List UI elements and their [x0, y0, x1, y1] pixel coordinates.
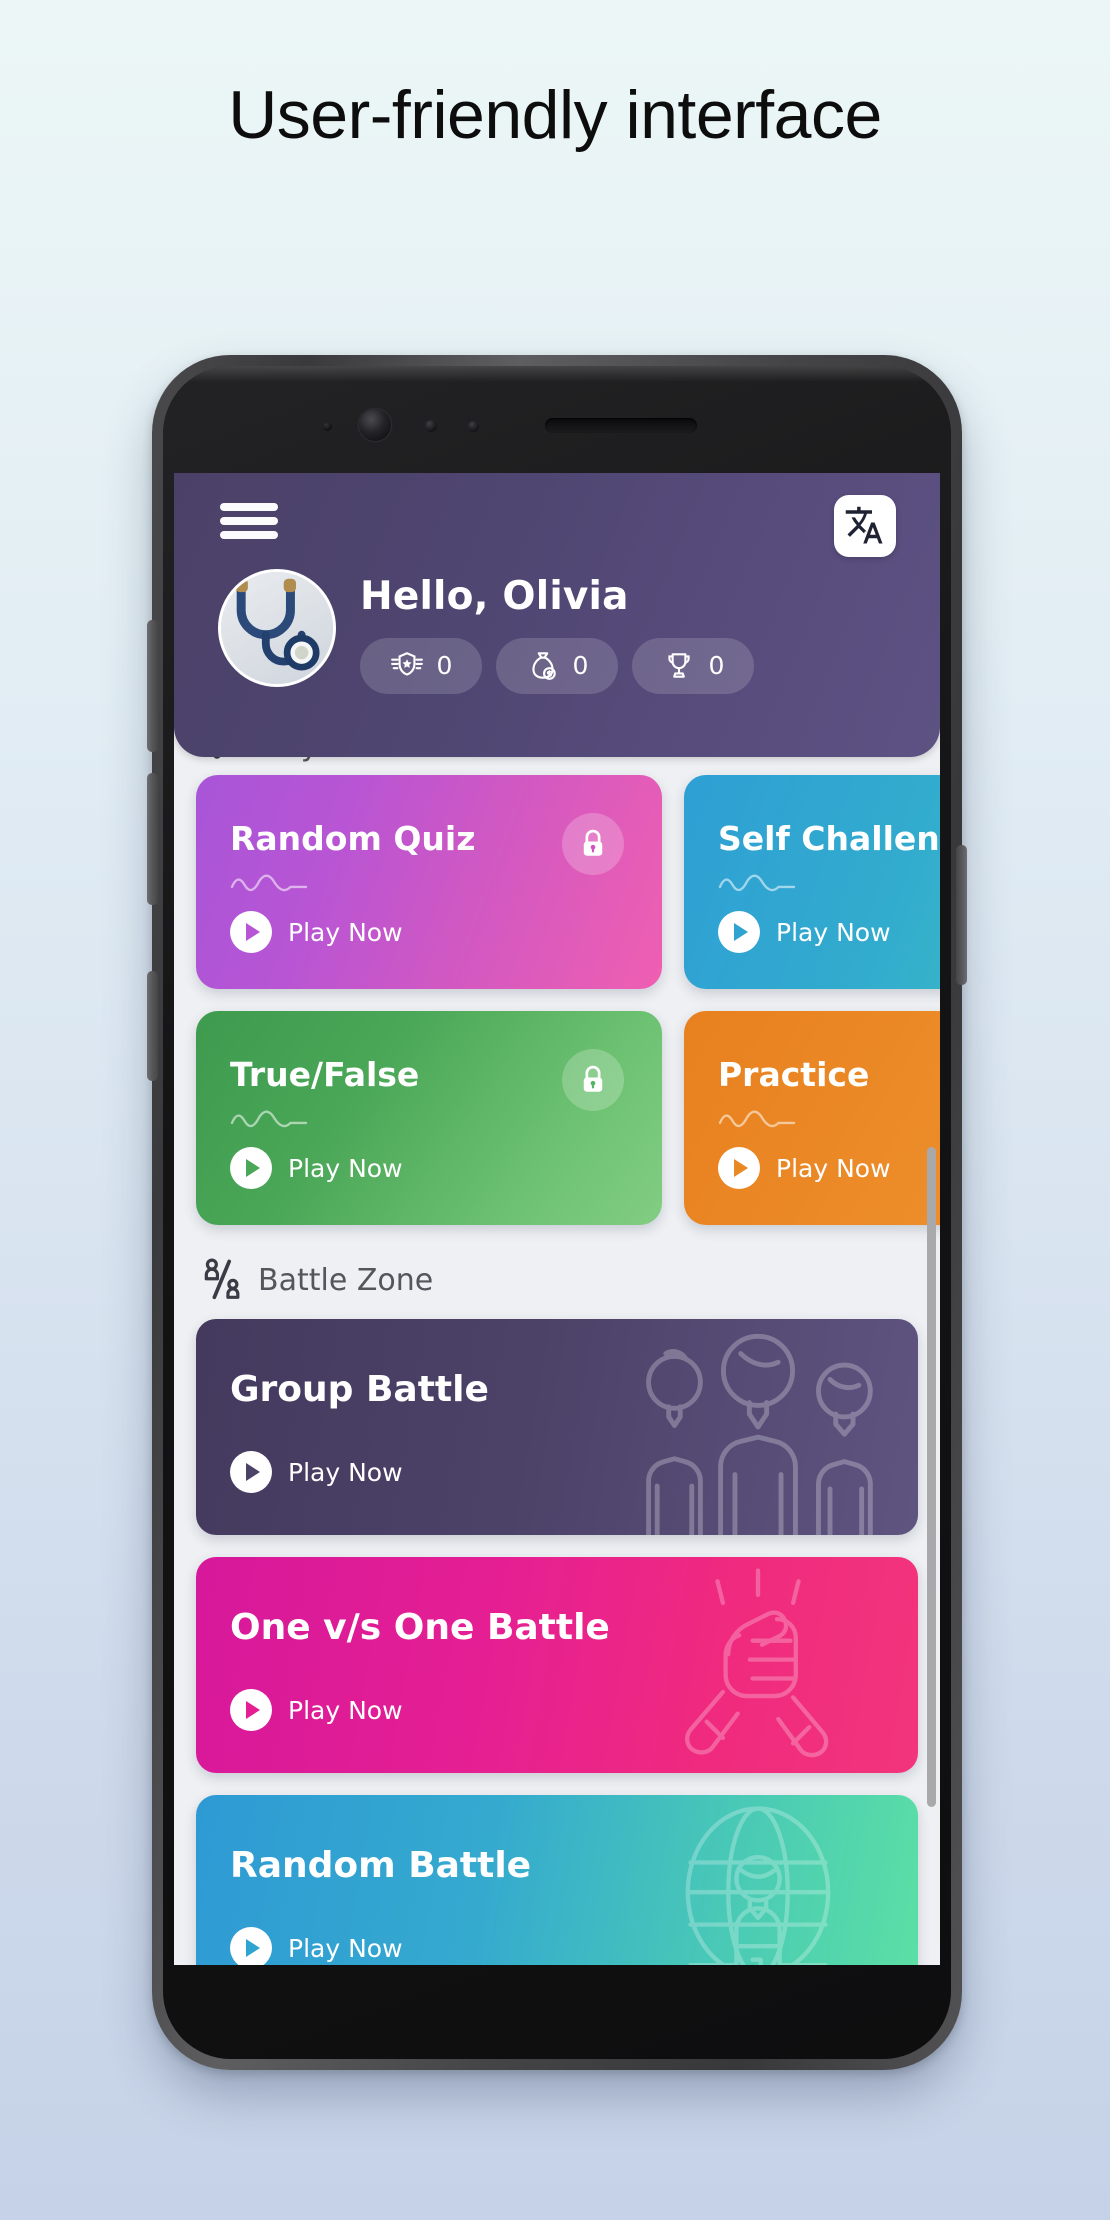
arm-wrestle-icon: [685, 1568, 829, 1758]
play-now-label: Play Now: [288, 917, 403, 947]
lock-icon: [583, 1065, 603, 1092]
three-people-art: [608, 1319, 908, 1535]
one-vs-one-icon: [204, 1258, 240, 1300]
greeting-text: Hello, Olivia: [360, 574, 629, 619]
section-title: Battle Zone: [258, 1262, 434, 1298]
lock-badge: [562, 1049, 624, 1111]
play-icon: [230, 1147, 272, 1189]
vertical-scrollbar[interactable]: [927, 1147, 936, 1807]
card-group-battle[interactable]: Group Battle Play Now: [196, 1319, 918, 1535]
proximity-sensor-icon: [425, 420, 437, 432]
arm-wrestle-art: [608, 1557, 908, 1773]
play-now-button[interactable]: Play Now: [230, 1451, 403, 1493]
play-icon: [230, 1927, 272, 1965]
trophy-icon: [667, 653, 690, 678]
phone-top-bezel: [163, 366, 951, 484]
stats-row: 0 0 0: [360, 637, 754, 694]
play-now-label: Play Now: [288, 1457, 403, 1487]
earpiece-speaker-icon: [545, 418, 697, 433]
app-screen: Hello, Olivia 0 0 0 Random Quiz Play Now…: [174, 473, 940, 1965]
card-practice[interactable]: Practice Play Now: [684, 1011, 940, 1225]
card-title: Practice: [718, 1055, 870, 1094]
hamburger-bar: [220, 517, 278, 525]
globe-podium-art: [608, 1795, 908, 1965]
volume-down-button[interactable]: [147, 773, 158, 905]
play-now-label: Play Now: [776, 917, 891, 947]
wave-decoration-icon: [718, 874, 796, 892]
card-title: One v/s One Battle: [230, 1607, 610, 1648]
stat-value: 0: [708, 651, 725, 681]
stethoscope-icon: [235, 578, 320, 671]
hamburger-menu-icon[interactable]: [220, 499, 280, 543]
phone-screen-housing: Hello, Olivia 0 0 0 Random Quiz Play Now…: [163, 366, 951, 2059]
lock-badge: [562, 813, 624, 875]
content-inner: Play Zone Random Quiz: [174, 721, 940, 1965]
play-now-button[interactable]: Play Now: [230, 911, 403, 953]
stat-value: 0: [436, 651, 453, 681]
translate-icon: [845, 506, 883, 544]
assistant-button[interactable]: [147, 971, 158, 1081]
light-sensor-icon: [468, 421, 479, 432]
play-now-button[interactable]: Play Now: [718, 911, 891, 953]
stat-pill-trophy[interactable]: 0: [632, 637, 754, 694]
play-zone-row-1: Random Quiz Play Now Self Challen Play N…: [196, 775, 940, 989]
play-now-label: Play Now: [288, 1933, 403, 1963]
page-title: User-friendly interface: [228, 77, 882, 153]
wave-decoration-icon: [230, 874, 308, 892]
play-now-button[interactable]: Play Now: [230, 1689, 403, 1731]
lock-icon: [583, 829, 603, 856]
content-scroll-area[interactable]: Play Zone Random Quiz: [174, 725, 940, 1965]
card-self-challenge[interactable]: Self Challenge Play Now: [684, 775, 940, 989]
play-zone-row-2: True/False Play Now Practice Play Now: [196, 1011, 940, 1225]
front-camera-icon: [359, 409, 391, 441]
app-header: Hello, Olivia 0 0 0: [174, 473, 940, 757]
card-one-vs-one-battle[interactable]: One v/s One Battle Play Now: [196, 1557, 918, 1773]
stat-value: 0: [572, 651, 589, 681]
card-title: Group Battle: [230, 1369, 489, 1410]
card-true-false[interactable]: True/False Play Now: [196, 1011, 662, 1225]
play-now-label: Play Now: [288, 1695, 403, 1725]
three-people-icon: [646, 1333, 873, 1535]
play-icon: [230, 1451, 272, 1493]
card-title: Self Challenge: [718, 819, 940, 858]
play-now-button[interactable]: Play Now: [718, 1147, 891, 1189]
play-now-label: Play Now: [288, 1153, 403, 1183]
bezel-highlight: [163, 366, 951, 382]
wave-decoration-icon: [230, 1110, 308, 1128]
stat-pill-rank[interactable]: 0: [360, 637, 482, 694]
wave-decoration-icon: [718, 1110, 796, 1128]
play-icon: [718, 1147, 760, 1189]
card-random-quiz[interactable]: Random Quiz Play Now: [196, 775, 662, 989]
card-title: Random Battle: [230, 1845, 532, 1886]
section-header-battle-zone: Battle Zone: [196, 1247, 918, 1319]
phone-mockup: Hello, Olivia 0 0 0 Random Quiz Play Now…: [147, 355, 967, 2070]
play-now-button[interactable]: Play Now: [230, 1147, 403, 1189]
power-button[interactable]: [956, 845, 967, 985]
coin-bag-icon: [531, 652, 556, 680]
rank-badge-icon: [390, 652, 423, 676]
play-now-button[interactable]: Play Now: [230, 1927, 403, 1965]
profile-row: Hello, Olivia 0 0 0: [218, 569, 920, 694]
stat-pill-coins[interactable]: 0: [496, 637, 618, 694]
play-icon: [718, 911, 760, 953]
globe-podium-icon: [685, 1806, 831, 1965]
card-title: True/False: [230, 1055, 420, 1094]
play-icon: [230, 1689, 272, 1731]
hamburger-bar: [220, 503, 278, 511]
volume-up-button[interactable]: [147, 620, 158, 752]
play-now-label: Play Now: [776, 1153, 891, 1183]
card-title: Random Quiz: [230, 819, 476, 858]
play-icon: [230, 911, 272, 953]
greeting-column: Hello, Olivia 0 0 0: [360, 569, 754, 694]
language-switch-button[interactable]: [834, 495, 896, 557]
card-random-battle[interactable]: Random Battle Play Now: [196, 1795, 918, 1965]
avatar[interactable]: [218, 569, 336, 687]
sensor-icon: [323, 422, 332, 431]
hamburger-bar: [220, 531, 278, 539]
